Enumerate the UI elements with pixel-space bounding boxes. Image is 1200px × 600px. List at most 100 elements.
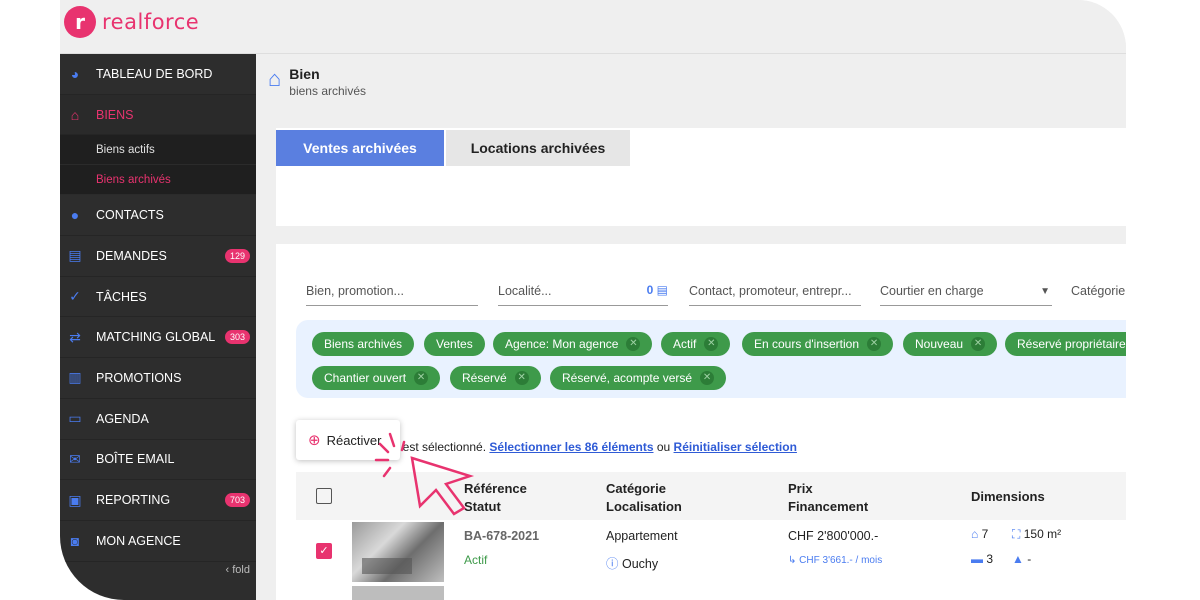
table-row[interactable] <box>296 584 1126 600</box>
house-icon: ⌂ <box>70 106 80 123</box>
column-header-dimensions[interactable]: Dimensions <box>971 488 1045 506</box>
row-status: Actif <box>464 553 488 567</box>
message-icon: ▤ <box>68 247 82 264</box>
row-floors: ▲ - <box>1012 552 1031 566</box>
chip-label: Actif <box>673 337 697 351</box>
row-checkbox[interactable]: ✓ <box>316 543 332 559</box>
sidebar-item-agenda[interactable]: ▭ AGENDA <box>60 399 256 440</box>
sidebar-item-label: TÂCHES <box>96 289 147 304</box>
reset-selection-link[interactable]: Réinitialiser sélection <box>674 440 797 454</box>
sidebar-subitem-biens-archives[interactable]: Biens archivés <box>60 165 256 196</box>
fold-toggle[interactable]: ‹ fold <box>226 564 250 576</box>
sidebar-item-label: PROMOTIONS <box>96 370 182 385</box>
page-header: ⌂ Bien biens archivés <box>268 66 366 98</box>
chip-label: Chantier ouvert <box>324 371 407 385</box>
sidebar-item-tableau-de-bord[interactable]: ◕ TABLEAU DE BORD <box>60 54 256 95</box>
rooms-value: 7 <box>981 527 989 541</box>
locality-filter-input[interactable]: Localité... 0 ▤ <box>498 283 668 306</box>
property-thumbnail[interactable] <box>352 586 444 600</box>
count-badge: 703 <box>224 493 250 508</box>
filter-chip: Ventes <box>424 332 485 356</box>
sidebar-item-label: MATCHING GLOBAL <box>96 330 216 345</box>
info-icon[interactable]: ⓘ <box>606 557 619 571</box>
tab-ventes-archivees[interactable]: Ventes archivées <box>276 130 444 166</box>
sidebar: ◕ TABLEAU DE BORD ⌂ BIENS Biens actifs B… <box>60 54 256 600</box>
sidebar-item-label: CONTACTS <box>96 208 164 223</box>
row-bedrooms: ▬ 3 <box>971 552 993 566</box>
chevron-left-icon: ‹ <box>225 564 230 576</box>
cursor-click-icon <box>374 432 475 516</box>
sidebar-item-boite-email[interactable]: ✉ BOÎTE EMAIL <box>60 440 256 481</box>
header-line: Prix <box>788 481 813 496</box>
chip-label: Réservé, acompte versé <box>562 371 693 385</box>
mountain-icon: ▲ <box>1012 552 1024 566</box>
property-filter-input[interactable]: Bien, promotion... <box>306 284 478 306</box>
row-financing-text: CHF 3'661.- / mois <box>799 555 883 566</box>
row-reference[interactable]: BA-678-2021 <box>464 529 539 543</box>
row-location: ⓘ Ouchy <box>606 553 658 572</box>
filter-chip: Biens archivés <box>312 332 415 356</box>
return-arrow-icon: ↳ <box>788 555 797 566</box>
brand-name: realforce <box>102 10 200 34</box>
expand-icon: ⛶ <box>1012 527 1021 541</box>
brand-logo[interactable]: r realforce <box>64 6 199 38</box>
column-header-category[interactable]: Catégorie Localisation <box>606 480 682 516</box>
header-line: Dimensions <box>971 489 1045 504</box>
row-surface: ⛶ 150 m² <box>1012 527 1061 542</box>
row-financing[interactable]: ↳ CHF 3'661.- / mois <box>788 555 882 566</box>
chip-label: Réservé propriétaire <box>1017 337 1126 351</box>
sidebar-item-reporting[interactable]: ▣ REPORTING 703 <box>60 480 256 521</box>
surface-value: 150 m² <box>1023 527 1062 541</box>
filter-chip: Réservé, acompte versé ✕ <box>550 366 727 390</box>
remove-chip-icon[interactable]: ✕ <box>704 337 719 351</box>
remove-chip-icon[interactable]: ✕ <box>626 337 641 351</box>
sidebar-item-promotions[interactable]: ▥ PROMOTIONS <box>60 358 256 399</box>
house-icon: ⌂ <box>268 66 282 91</box>
contact-filter-input[interactable]: Contact, promoteur, entrepr... <box>689 284 861 306</box>
count-badge: 129 <box>224 249 250 264</box>
remove-chip-icon[interactable]: ✕ <box>514 371 529 385</box>
sidebar-item-label: AGENDA <box>96 411 149 426</box>
map-icon[interactable]: 0 ▤ <box>647 283 668 297</box>
selection-or: ou <box>656 440 671 454</box>
mail-icon: ✉ <box>69 450 81 467</box>
remove-chip-icon[interactable]: ✕ <box>867 337 882 351</box>
chip-label: Ventes <box>436 337 473 351</box>
filter-chip: Agence: Mon agence ✕ <box>493 332 653 356</box>
sidebar-item-label: REPORTING <box>96 493 171 508</box>
remove-chip-icon[interactable]: ✕ <box>414 371 429 385</box>
sidebar-item-taches[interactable]: ✓ TÂCHES <box>60 277 256 318</box>
sidebar-item-matching-global[interactable]: ⇄ MATCHING GLOBAL 303 <box>60 317 256 359</box>
sidebar-item-demandes[interactable]: ▤ DEMANDES 129 <box>60 236 256 277</box>
bed-icon: ▬ <box>971 552 983 566</box>
active-filters: Biens archivés Ventes Agence: Mon agence… <box>296 320 1126 398</box>
category-select[interactable]: Catégorie <box>1071 284 1126 306</box>
floors-value: - <box>1027 552 1032 566</box>
building-icon: ▥ <box>68 369 82 386</box>
row-location-text: Ouchy <box>622 557 659 571</box>
filter-chip: Réservé propriétaire <box>1005 332 1126 356</box>
row-category: Appartement <box>606 529 678 543</box>
property-thumbnail[interactable] <box>352 522 444 582</box>
select-all-link[interactable]: Sélectionner les 86 éléments <box>489 440 653 454</box>
tab-locations-archivees[interactable]: Locations archivées <box>446 130 630 166</box>
sidebar-item-contacts[interactable]: ● CONTACTS <box>60 195 256 237</box>
remove-chip-icon[interactable]: ✕ <box>700 371 715 385</box>
sidebar-item-label: TABLEAU DE BORD <box>96 66 213 81</box>
broker-placeholder: Courtier en charge <box>880 284 984 298</box>
tabs-card: Ventes archivées Locations archivées <box>276 128 1126 226</box>
remove-chip-icon[interactable]: ✕ <box>971 337 986 351</box>
sidebar-item-mon-agence[interactable]: ◙ MON AGENCE <box>60 521 256 562</box>
broker-select[interactable]: Courtier en charge ▼ <box>880 284 1052 306</box>
top-bar: r realforce <box>60 0 1126 54</box>
table-row[interactable]: ✓ BA-678-2021 Actif Appartement ⓘ Ouchy … <box>296 520 1126 584</box>
sidebar-subitem-biens-actifs[interactable]: Biens actifs <box>60 135 256 166</box>
filter-chip: Réservé ✕ <box>450 366 541 390</box>
column-header-price[interactable]: Prix Financement <box>788 480 868 516</box>
clipboard-icon: ▣ <box>68 491 82 508</box>
sidebar-item-label: DEMANDES <box>96 248 167 263</box>
chevron-down-icon: ▼ <box>1040 286 1050 297</box>
row-rooms: ⌂ 7 <box>971 527 988 541</box>
page-subtitle: biens archivés <box>289 84 367 98</box>
sidebar-item-biens[interactable]: ⌂ BIENS <box>60 94 256 136</box>
